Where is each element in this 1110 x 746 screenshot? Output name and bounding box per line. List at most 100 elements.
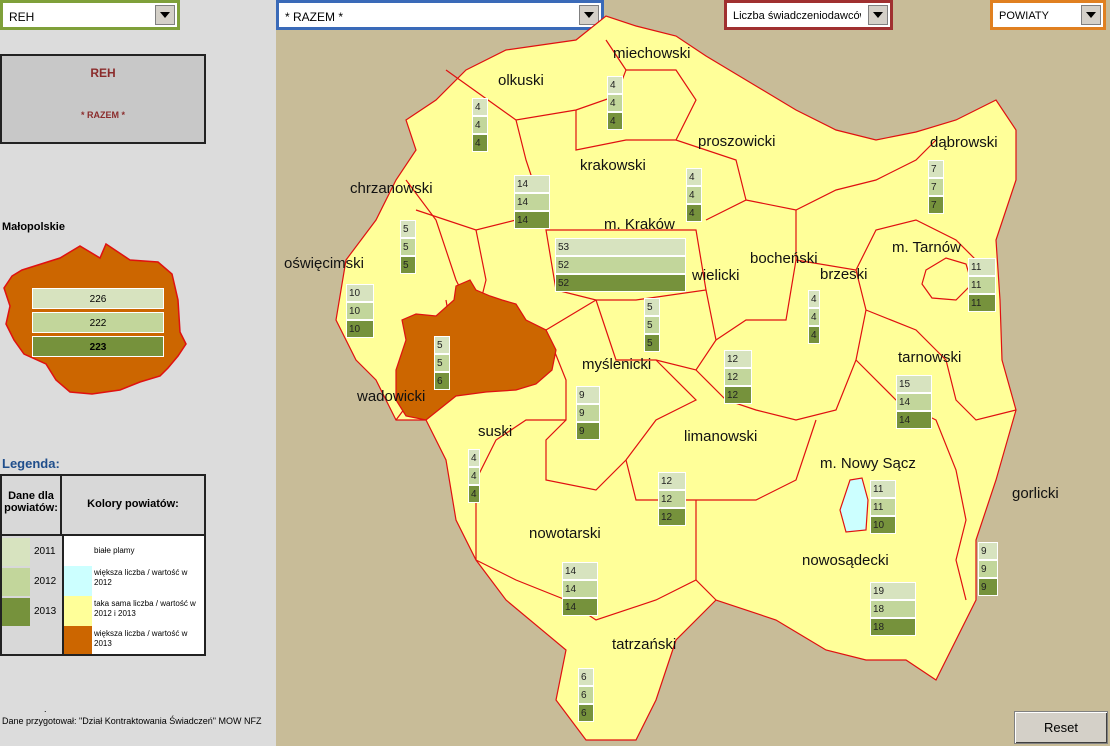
- district-bar-2011: 4: [472, 98, 488, 116]
- district-bar-2012: 11: [968, 276, 996, 294]
- district-bar-2011: 4: [607, 76, 623, 94]
- district-label-tarnowski: tarnowski: [898, 349, 962, 366]
- district-bar-2013: 5: [644, 334, 660, 352]
- district-map[interactable]: [276, 0, 1110, 746]
- legend-color-orange: [64, 626, 92, 654]
- district-bar-2013: 9: [576, 422, 600, 440]
- district-label-tarnow-city: m. Tarnów: [892, 239, 961, 256]
- district-bar-2012: 10: [346, 302, 374, 320]
- region-value-2012: 222: [32, 312, 164, 333]
- legend-label-cyan: większa liczba / wartość w 2012: [94, 568, 188, 587]
- district-label-krakow-city: m. Kraków: [604, 216, 675, 233]
- district-label-myslenicki: myślenicki: [582, 356, 652, 373]
- district-bar-2013: 4: [468, 485, 480, 503]
- district-bar-2013: 4: [607, 112, 623, 130]
- footer-dot: .: [44, 704, 47, 714]
- district-bar-2012: 14: [562, 580, 598, 598]
- legend-year-2011: 2011: [34, 546, 56, 557]
- region-value-2011: 226: [32, 288, 164, 309]
- district-bar-2012: 18: [870, 600, 916, 618]
- region-name: Małopolskie: [2, 221, 65, 233]
- footer-credit: Dane przygotował: "Dział Kontraktowania …: [2, 716, 262, 726]
- district-bar-2012: 5: [644, 316, 660, 334]
- district-bar-2011: 5: [644, 298, 660, 316]
- legend-color-yellow: [64, 596, 92, 626]
- district-bar-2013: 12: [658, 508, 686, 526]
- district-bar-2012: 7: [928, 178, 944, 196]
- district-bar-2011: 4: [808, 290, 820, 308]
- district-bar-2013: 7: [928, 196, 944, 214]
- info-subtitle: * RAZEM *: [80, 110, 125, 120]
- district-bar-2012: 14: [896, 393, 932, 411]
- district-label-chrzanowski: chrzanowski: [350, 180, 433, 197]
- district-bar-2011: 10: [346, 284, 374, 302]
- district-bar-2013: 9: [978, 578, 998, 596]
- legend-colors-header: Kolory powiatów:: [62, 476, 204, 536]
- district-bar-2013: 14: [896, 411, 932, 429]
- legend-table: Dane dla powiatów: Kolory powiatów: 2011…: [0, 474, 206, 656]
- district-bar-2013: 5: [400, 256, 416, 274]
- district-bar-2012: 6: [578, 686, 594, 704]
- legend-label-yellow: taka sama liczba / wartość w 2012 i 2013: [94, 599, 196, 618]
- district-bar-2013: 10: [346, 320, 374, 338]
- district-bar-2013: 52: [555, 274, 686, 292]
- service-dropdown[interactable]: REH: [0, 0, 180, 30]
- district-bar-2012: 12: [724, 368, 752, 386]
- district-bar-2013: 12: [724, 386, 752, 404]
- legend-swatch-2013: [2, 598, 30, 626]
- district-bar-2011: 14: [514, 175, 550, 193]
- district-bar-2011: 5: [400, 220, 416, 238]
- district-label-krakowski: krakowski: [580, 157, 646, 174]
- district-label-oswiecimski: oświęcimski: [284, 255, 365, 272]
- district-label-nowotarski: nowotarski: [529, 525, 601, 542]
- district-bar-2012: 11: [870, 498, 896, 516]
- district-bar-2013: 18: [870, 618, 916, 636]
- district-bar-2012: 9: [576, 404, 600, 422]
- district-bar-2011: 11: [870, 480, 896, 498]
- district-label-nowy-sacz-city: m. Nowy Sącz: [820, 455, 916, 472]
- district-bar-2013: 14: [514, 211, 550, 229]
- district-bar-2013: 6: [434, 372, 450, 390]
- district-bar-2012: 4: [808, 308, 820, 326]
- district-bar-2012: 14: [514, 193, 550, 211]
- district-bar-2012: 4: [686, 186, 702, 204]
- district-bar-2012: 5: [434, 354, 450, 372]
- district-label-nowosadecki: nowosądecki: [802, 552, 889, 569]
- district-bar-2012: 4: [472, 116, 488, 134]
- district-bar-2011: 19: [870, 582, 916, 600]
- district-bar-2011: 9: [576, 386, 600, 404]
- reset-button[interactable]: Reset: [1014, 711, 1108, 744]
- legend-data-header: Dane dla powiatów:: [2, 476, 62, 536]
- district-bar-2012: 5: [400, 238, 416, 256]
- district-bar-2012: 4: [468, 467, 480, 485]
- legend-year-2013: 2013: [34, 606, 57, 617]
- district-label-bochenski: bocheński: [750, 250, 818, 267]
- district-label-brzeski: brzeski: [820, 266, 868, 283]
- district-bar-2013: 4: [686, 204, 702, 222]
- district-bar-2012: 4: [607, 94, 623, 112]
- chevron-down-icon[interactable]: [155, 5, 175, 25]
- district-label-dabrowski: dąbrowski: [930, 134, 998, 151]
- selection-info-box: REH * RAZEM *: [0, 54, 206, 144]
- district-label-wielicki: wielicki: [692, 267, 740, 284]
- district-label-tatrzanski: tatrzański: [612, 636, 677, 653]
- district-label-wadowicki: wadowicki: [357, 388, 426, 405]
- district-bar-2013: 11: [968, 294, 996, 312]
- legend-year-2012: 2012: [34, 576, 57, 587]
- district-bar-2013: 6: [578, 704, 594, 722]
- district-label-proszowicki: proszowicki: [698, 133, 776, 150]
- district-bar-2011: 15: [896, 375, 932, 393]
- district-bar-2011: 14: [562, 562, 598, 580]
- district-bar-2011: 4: [686, 168, 702, 186]
- district-bar-2011: 7: [928, 160, 944, 178]
- district-bar-2013: 14: [562, 598, 598, 616]
- legend-swatch-2011: [2, 538, 30, 566]
- district-label-gorlicki: gorlicki: [1012, 485, 1059, 502]
- district-bar-2011: 4: [468, 449, 480, 467]
- legend-swatch-2012: [2, 568, 30, 596]
- legend-color-cyan: [64, 566, 92, 596]
- district-bar-2011: 12: [724, 350, 752, 368]
- district-bar-2011: 9: [978, 542, 998, 560]
- district-bar-2011: 11: [968, 258, 996, 276]
- district-label-suski: suski: [478, 423, 513, 440]
